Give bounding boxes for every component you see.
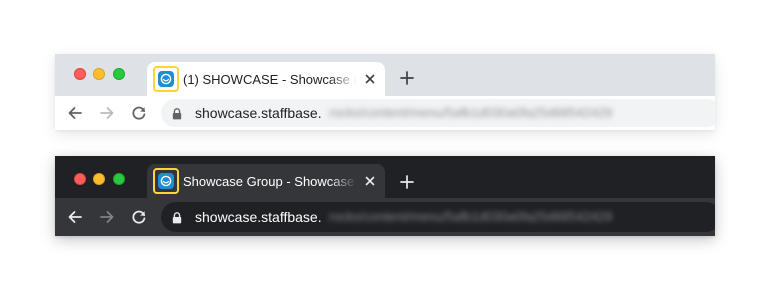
tab-title: (1) SHOWCASE - Showcase Inc (183, 72, 357, 88)
tab-strip: Showcase Group - Showcase In (55, 156, 715, 198)
window-close-button[interactable] (74, 173, 86, 185)
forward-arrow-icon[interactable] (98, 208, 116, 226)
lock-icon[interactable] (172, 211, 182, 224)
forward-arrow-icon[interactable] (98, 104, 116, 122)
browser-tab-active[interactable]: Showcase Group - Showcase In (147, 164, 385, 198)
address-bar[interactable]: showcase.staffbase. rocks/content/menu/5… (161, 202, 715, 232)
url-domain: showcase.staffbase. (195, 105, 322, 121)
staffbase-logo-icon (158, 71, 174, 87)
favicon-highlight (153, 66, 179, 92)
lock-icon[interactable] (172, 107, 182, 120)
window-zoom-button[interactable] (113, 68, 125, 80)
toolbar: showcase.staffbase. rocks/content/menu/5… (55, 198, 715, 236)
reload-icon[interactable] (130, 208, 148, 226)
url-domain: showcase.staffbase. (195, 209, 322, 225)
toolbar: showcase.staffbase. rocks/content/menu/5… (55, 96, 715, 130)
favicon-highlight (153, 168, 179, 194)
url-path-blurred: rocks/content/menu/5afb1d030a0fa25d68542… (329, 105, 613, 120)
window-minimize-button[interactable] (93, 68, 105, 80)
window-zoom-button[interactable] (113, 173, 125, 185)
browser-window-dark: Showcase Group - Showcase In showcase.st… (55, 156, 715, 236)
close-icon[interactable] (363, 174, 377, 188)
window-minimize-button[interactable] (93, 173, 105, 185)
plus-icon[interactable] (399, 174, 415, 190)
tab-title: Showcase Group - Showcase In (183, 174, 357, 190)
back-arrow-icon[interactable] (66, 104, 84, 122)
tab-strip: (1) SHOWCASE - Showcase Inc (55, 54, 715, 96)
window-close-button[interactable] (74, 68, 86, 80)
browser-tab-active[interactable]: (1) SHOWCASE - Showcase Inc (147, 62, 385, 96)
back-arrow-icon[interactable] (66, 208, 84, 226)
reload-icon[interactable] (130, 104, 148, 122)
address-bar[interactable]: showcase.staffbase. rocks/content/menu/5… (161, 99, 715, 127)
browser-window-light: (1) SHOWCASE - Showcase Inc showcase.sta… (55, 54, 715, 130)
tab-title-fade (329, 72, 357, 88)
plus-icon[interactable] (399, 70, 415, 86)
url-path-blurred: rocks/content/menu/5afb1d030a0fa25d68542… (329, 209, 613, 224)
staffbase-logo-icon (158, 173, 174, 189)
close-icon[interactable] (363, 72, 377, 86)
tab-title-fade (329, 174, 357, 190)
